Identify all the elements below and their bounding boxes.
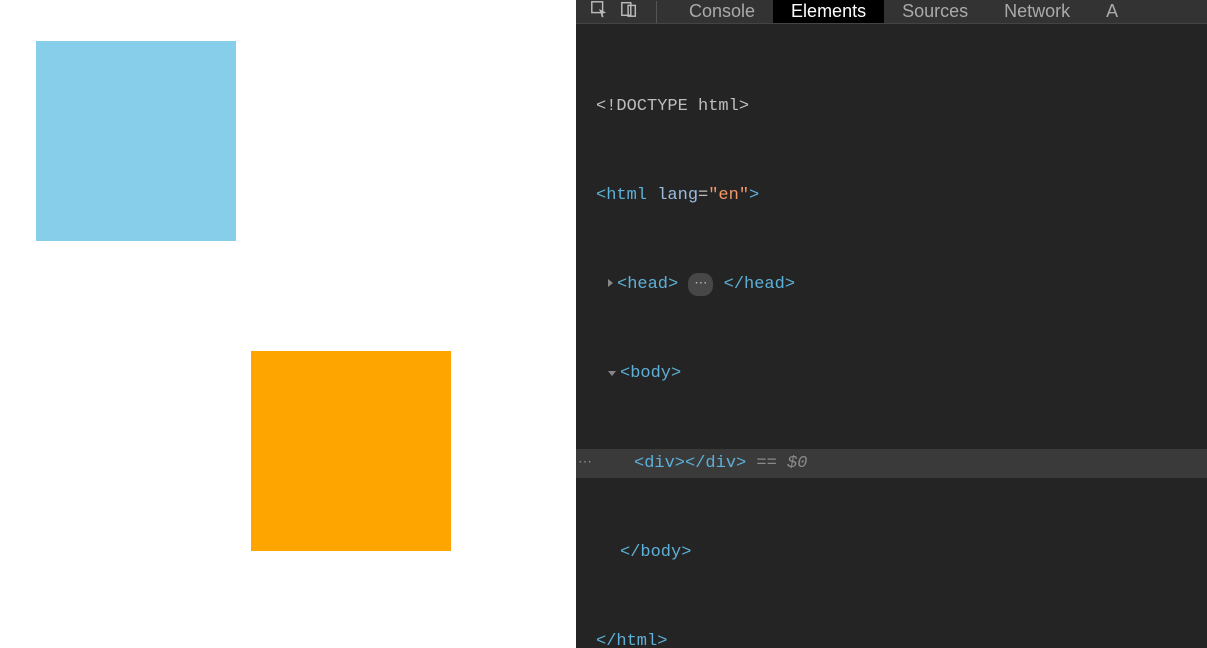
head-node[interactable]: <head> ⋯ </head> [576, 270, 1207, 300]
html-open-node[interactable]: <html lang="en"> [576, 181, 1207, 211]
rendered-page [0, 0, 576, 648]
tab-sources[interactable]: Sources [884, 0, 986, 23]
devtools-panel: Console Elements Sources Network A <!DOC… [576, 0, 1207, 648]
tab-network[interactable]: Network [986, 0, 1088, 23]
tab-application-partial[interactable]: A [1088, 0, 1136, 23]
body-open-node[interactable]: <body> [576, 359, 1207, 389]
toolbar-divider [656, 1, 657, 23]
dom-tree-view[interactable]: <!DOCTYPE html> <html lang="en"> <head> … [576, 24, 1207, 648]
devtools-top-tabs: Console Elements Sources Network A [576, 0, 1207, 24]
html-close-node[interactable]: </html> [576, 627, 1207, 648]
collapsed-ellipsis[interactable]: ⋯ [688, 273, 713, 296]
doctype-node[interactable]: <!DOCTYPE html> [596, 97, 749, 116]
toolbar-icons [576, 0, 671, 23]
inspect-element-icon[interactable] [590, 0, 608, 23]
box-shadow-projection [251, 351, 451, 551]
body-close-node[interactable]: </body> [576, 538, 1207, 568]
collapse-icon[interactable] [608, 371, 616, 376]
expand-icon[interactable] [608, 279, 613, 287]
device-toolbar-icon[interactable] [620, 0, 638, 23]
skyblue-div [36, 41, 236, 241]
tab-console[interactable]: Console [671, 0, 773, 23]
selected-div-node[interactable]: <div></div> == $0 [576, 449, 1207, 479]
tab-elements[interactable]: Elements [773, 0, 884, 23]
